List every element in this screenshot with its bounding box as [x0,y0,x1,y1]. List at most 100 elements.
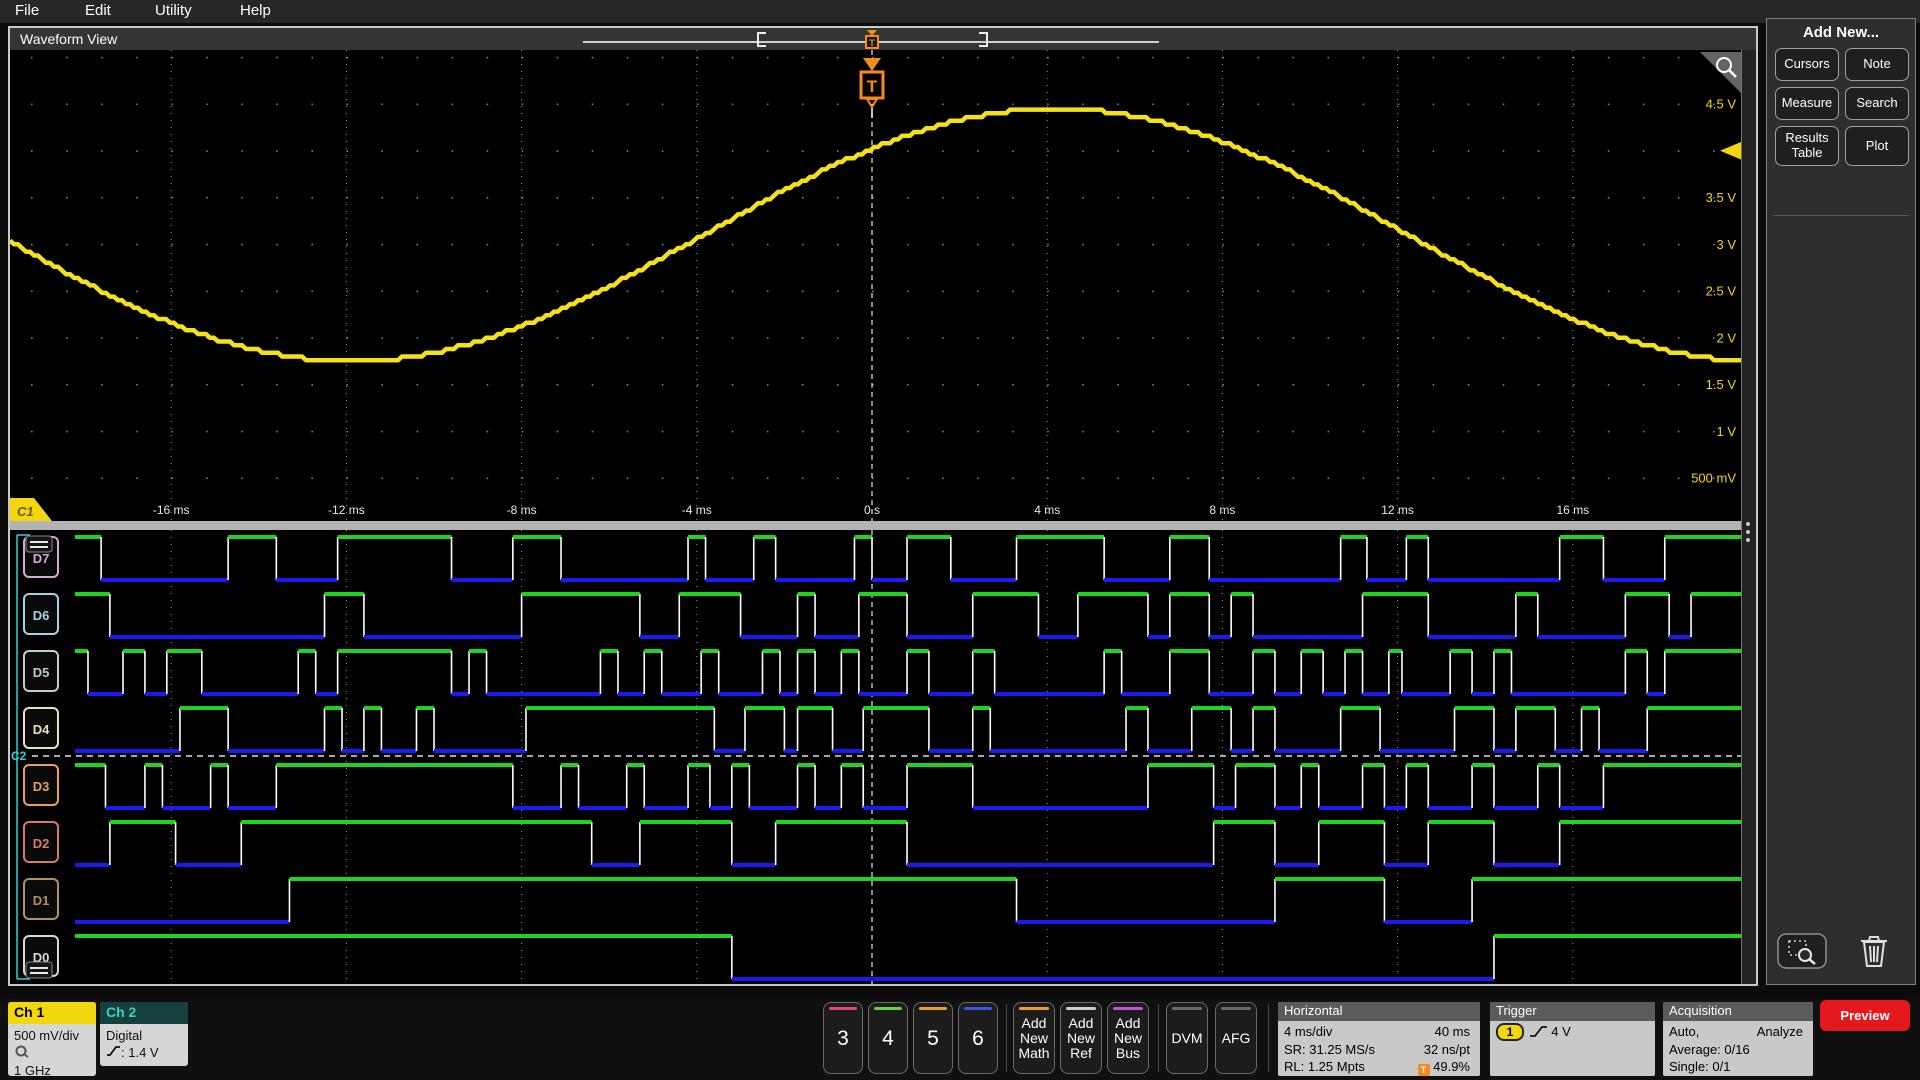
digital-group-grip[interactable] [25,961,53,979]
digital-channel-label-d4[interactable]: D4 [23,707,59,749]
menu-help[interactable]: Help [240,2,271,19]
note-button[interactable]: Note [1845,48,1909,81]
ch1-badge[interactable]: Ch 1 500 mV/div 1 GHz [8,1002,96,1076]
drag-handle-dot [1746,522,1750,526]
drag-handle-dot [1746,530,1750,534]
plot-button[interactable]: Plot [1845,126,1909,166]
bus-color-stripe [1113,1007,1143,1010]
digital-channel-label-d1[interactable]: D1 [23,878,59,920]
digital-channel-label-d3[interactable]: D3 [23,764,59,806]
digital-group-grip[interactable] [25,535,53,553]
bottom-bar: Ch 1 500 mV/div 1 GHz Ch 2 Digital : 1.4… [0,998,1920,1080]
add-bus-label: Add New Bus [1113,1014,1142,1061]
channel-4-button[interactable]: 4 [868,1002,908,1074]
svg-text:0 s: 0 s [864,503,880,517]
right-scroll-strip[interactable] [1741,50,1756,984]
svg-text:4 ms: 4 ms [1034,503,1060,517]
h-samplerate: SR: 31.25 MS/s [1284,1041,1376,1057]
digital-channel-label-d6[interactable]: D6 [23,593,59,635]
svg-text:T: T [869,38,875,48]
h-window: 40 ms [1434,1024,1470,1039]
analog-graticule[interactable]: 4.5 V 3.5 V 3 V 2.5 V 2 V 1.5 V 1 V 500 mV T -16 … [8,50,1756,521]
probe-icon [15,1045,29,1058]
dvm-button[interactable]: DVM [1166,1002,1208,1074]
svg-text:T: T [867,77,878,96]
h-resolution: 32 ns/pt [1423,1041,1470,1057]
add-ref-label: Add New Ref [1066,1014,1095,1061]
trash-button[interactable] [1857,933,1891,974]
svg-text:C2: C2 [11,749,27,763]
waveform-view-panel: Waveform View T 4.5 V 3.5 V 3 V 2.5 V 2 V 1.5… [8,26,1758,986]
svg-text:-4 ms: -4 ms [682,503,712,517]
digital-channel-label-d2[interactable]: D2 [23,821,59,863]
ch2-label: Ch 2 [100,1002,188,1024]
sidebar-separator [1773,215,1909,216]
channel-3-button[interactable]: 3 [823,1002,863,1074]
trigger-source-badge: 1 [1496,1023,1524,1041]
svg-text:3.5 V: 3.5 V [1706,190,1737,205]
ch5-number: 5 [927,1026,939,1050]
ch2-threshold: : 1.4 V [121,1045,159,1060]
ch3-color-stripe [829,1007,857,1010]
add-math-label: Add New Math [1018,1014,1050,1061]
channel-6-button[interactable]: 6 [958,1002,998,1074]
svg-text:-12 ms: -12 ms [328,503,365,517]
svg-text:D2: D2 [33,836,50,851]
svg-text:2.5 V: 2.5 V [1706,284,1737,299]
cursors-button[interactable]: Cursors [1775,48,1839,81]
search-button[interactable]: Search [1845,87,1909,120]
preview-button[interactable]: Preview [1820,1000,1910,1031]
horizontal-panel[interactable]: Horizontal 4 ms/div 40 ms SR: 31.25 MS/s… [1278,1002,1480,1076]
results-table-button[interactable]: Results Table [1775,126,1839,166]
menu-file[interactable]: File [15,2,39,19]
threshold-edge-icon [107,1046,120,1056]
svg-text:2 V: 2 V [1716,330,1736,345]
acq-analyze: Analyze [1756,1024,1803,1039]
separator [1268,1004,1269,1072]
menu-utility[interactable]: Utility [155,2,192,19]
h-scale: 4 ms/div [1284,1024,1333,1039]
ch2-badge[interactable]: Ch 2 Digital : 1.4 V [100,1002,188,1066]
acquisition-panel[interactable]: Acquisition Auto, Analyze Average: 0/16 … [1663,1002,1813,1076]
zoom-box-button[interactable] [1777,933,1827,974]
menu-bar: File Edit Utility Help [0,0,1920,23]
measure-button[interactable]: Measure [1775,87,1839,120]
svg-text:4.5 V: 4.5 V [1706,97,1737,112]
add-new-sidebar: Add New... Cursors Note Measure Search R… [1766,18,1916,985]
separator [1006,1004,1007,1072]
h-trigger-position: 49.9% [1433,1059,1470,1074]
add-new-ref-button[interactable]: Add New Ref [1060,1002,1102,1074]
trigger-position-flag-icon: T [1417,1064,1430,1076]
svg-text:3 V: 3 V [1716,237,1736,252]
svg-text:16 ms: 16 ms [1556,503,1589,517]
analog-digital-divider[interactable] [10,521,1756,530]
menu-edit[interactable]: Edit [85,2,111,19]
ch6-number: 6 [972,1026,984,1050]
ch4-number: 4 [882,1026,894,1050]
trigger-panel[interactable]: Trigger 1 4 V [1490,1002,1655,1076]
acquisition-title: Acquisition [1663,1002,1813,1021]
dvm-label: DVM [1171,1029,1203,1046]
ch1-zero-marker: C1 [17,504,34,519]
ch1-scale: 500 mV/div [14,1028,80,1043]
afg-button[interactable]: AFG [1215,1002,1257,1074]
channel-5-button[interactable]: 5 [913,1002,953,1074]
acq-average: Average: 0/16 [1669,1041,1750,1057]
ch1-label: Ch 1 [8,1002,96,1024]
add-new-math-button[interactable]: Add New Math [1013,1002,1055,1074]
svg-text:D7: D7 [33,551,50,566]
digital-channel-label-d5[interactable]: D5 [23,650,59,692]
trigger-level: 4 V [1551,1024,1571,1039]
ch1-bandwidth: 1 GHz [14,1063,51,1076]
horizontal-overview-minimap[interactable]: T [10,28,1756,50]
afg-stripe [1221,1007,1251,1010]
ch4-color-stripe [874,1007,902,1010]
add-new-bus-button[interactable]: Add New Bus [1107,1002,1149,1074]
digital-graticule[interactable]: D7 D6 D5 D4 D3 D2 D1 D0 C2 [10,530,1756,984]
ref-color-stripe [1066,1007,1096,1010]
ch6-color-stripe [964,1007,992,1010]
ch5-color-stripe [919,1007,947,1010]
svg-text:1 V: 1 V [1716,424,1736,439]
trash-icon [1861,936,1887,967]
svg-text:500 mV: 500 mV [1691,471,1736,486]
